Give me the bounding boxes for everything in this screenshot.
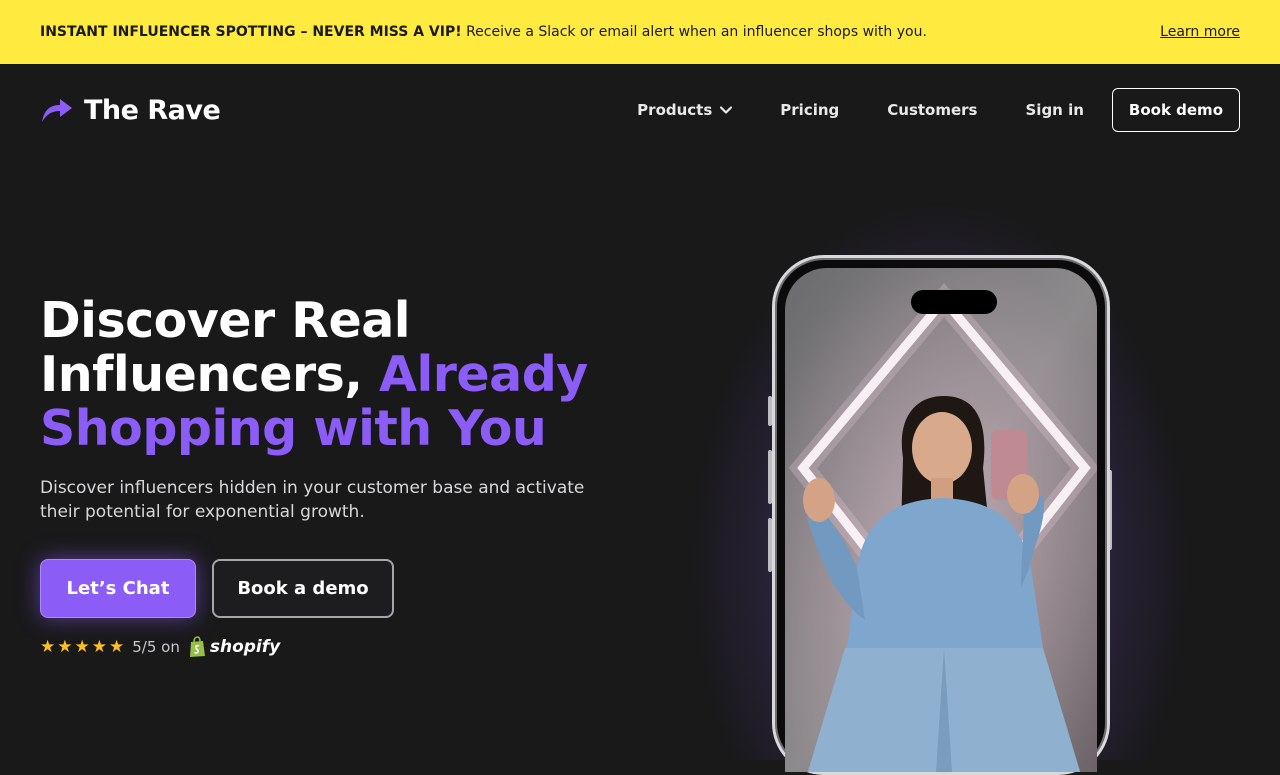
star-icon: ★ xyxy=(57,637,73,657)
chevron-down-icon xyxy=(720,106,733,114)
lets-chat-button[interactable]: Let’s Chat xyxy=(40,559,196,618)
influencer-video-image xyxy=(785,268,1097,772)
star-icon: ★ xyxy=(109,637,125,657)
nav-products-label: Products xyxy=(637,101,713,119)
logo[interactable]: The Rave xyxy=(40,94,221,126)
nav-pricing[interactable]: Pricing xyxy=(780,101,839,119)
shopify-wordmark: shopify xyxy=(209,637,281,657)
hero-line-2-white: Influencers, xyxy=(40,346,380,403)
shopify-bag-icon xyxy=(189,636,205,657)
shopify-logo: shopify xyxy=(188,636,280,658)
rating-stars: ★ ★ ★ ★ ★ xyxy=(40,637,124,657)
announcement-bold: INSTANT INFLUENCER SPOTTING – NEVER MISS… xyxy=(40,24,462,40)
nav-sign-in[interactable]: Sign in xyxy=(1026,101,1084,119)
rating-text: 5/5 on xyxy=(132,638,180,656)
phone-mockup xyxy=(772,255,1110,775)
book-demo-button[interactable]: Book demo xyxy=(1111,88,1240,132)
announcement-bar: INSTANT INFLUENCER SPOTTING – NEVER MISS… xyxy=(0,0,1280,64)
hero-subtitle: Discover influencers hidden in your cust… xyxy=(40,478,585,522)
brand-name: The Rave xyxy=(84,94,221,126)
phone-screen xyxy=(785,268,1097,772)
announcement-text: Receive a Slack or email alert when an i… xyxy=(461,24,927,40)
hero-heading: Discover Real Influencers, Already Shopp… xyxy=(40,294,660,456)
book-a-demo-button[interactable]: Book a demo xyxy=(212,559,394,618)
hero-line-2-accent: Already xyxy=(379,346,588,403)
nav-products[interactable]: Products xyxy=(637,101,733,119)
hero-line-3-accent: Shopping with You xyxy=(40,400,547,457)
nav-links: Products Pricing Customers Sign in Book … xyxy=(637,88,1240,132)
logo-arrow-icon xyxy=(42,99,72,122)
dynamic-island xyxy=(911,290,997,314)
hero: Discover Real Influencers, Already Shopp… xyxy=(40,294,660,524)
hero-cta-row: Let’s Chat Book a demo xyxy=(40,559,394,618)
main-nav: The Rave Products Pricing Customers Sign… xyxy=(0,64,1280,156)
nav-customers[interactable]: Customers xyxy=(887,101,977,119)
hero-line-1: Discover Real xyxy=(40,292,411,349)
rating: ★ ★ ★ ★ ★ 5/5 on shopify xyxy=(40,636,280,658)
star-icon: ★ xyxy=(40,637,56,657)
star-icon: ★ xyxy=(74,637,90,657)
learn-more-link[interactable]: Learn more xyxy=(1160,24,1240,40)
star-icon: ★ xyxy=(91,637,107,657)
announcement-message: INSTANT INFLUENCER SPOTTING – NEVER MISS… xyxy=(40,24,927,40)
